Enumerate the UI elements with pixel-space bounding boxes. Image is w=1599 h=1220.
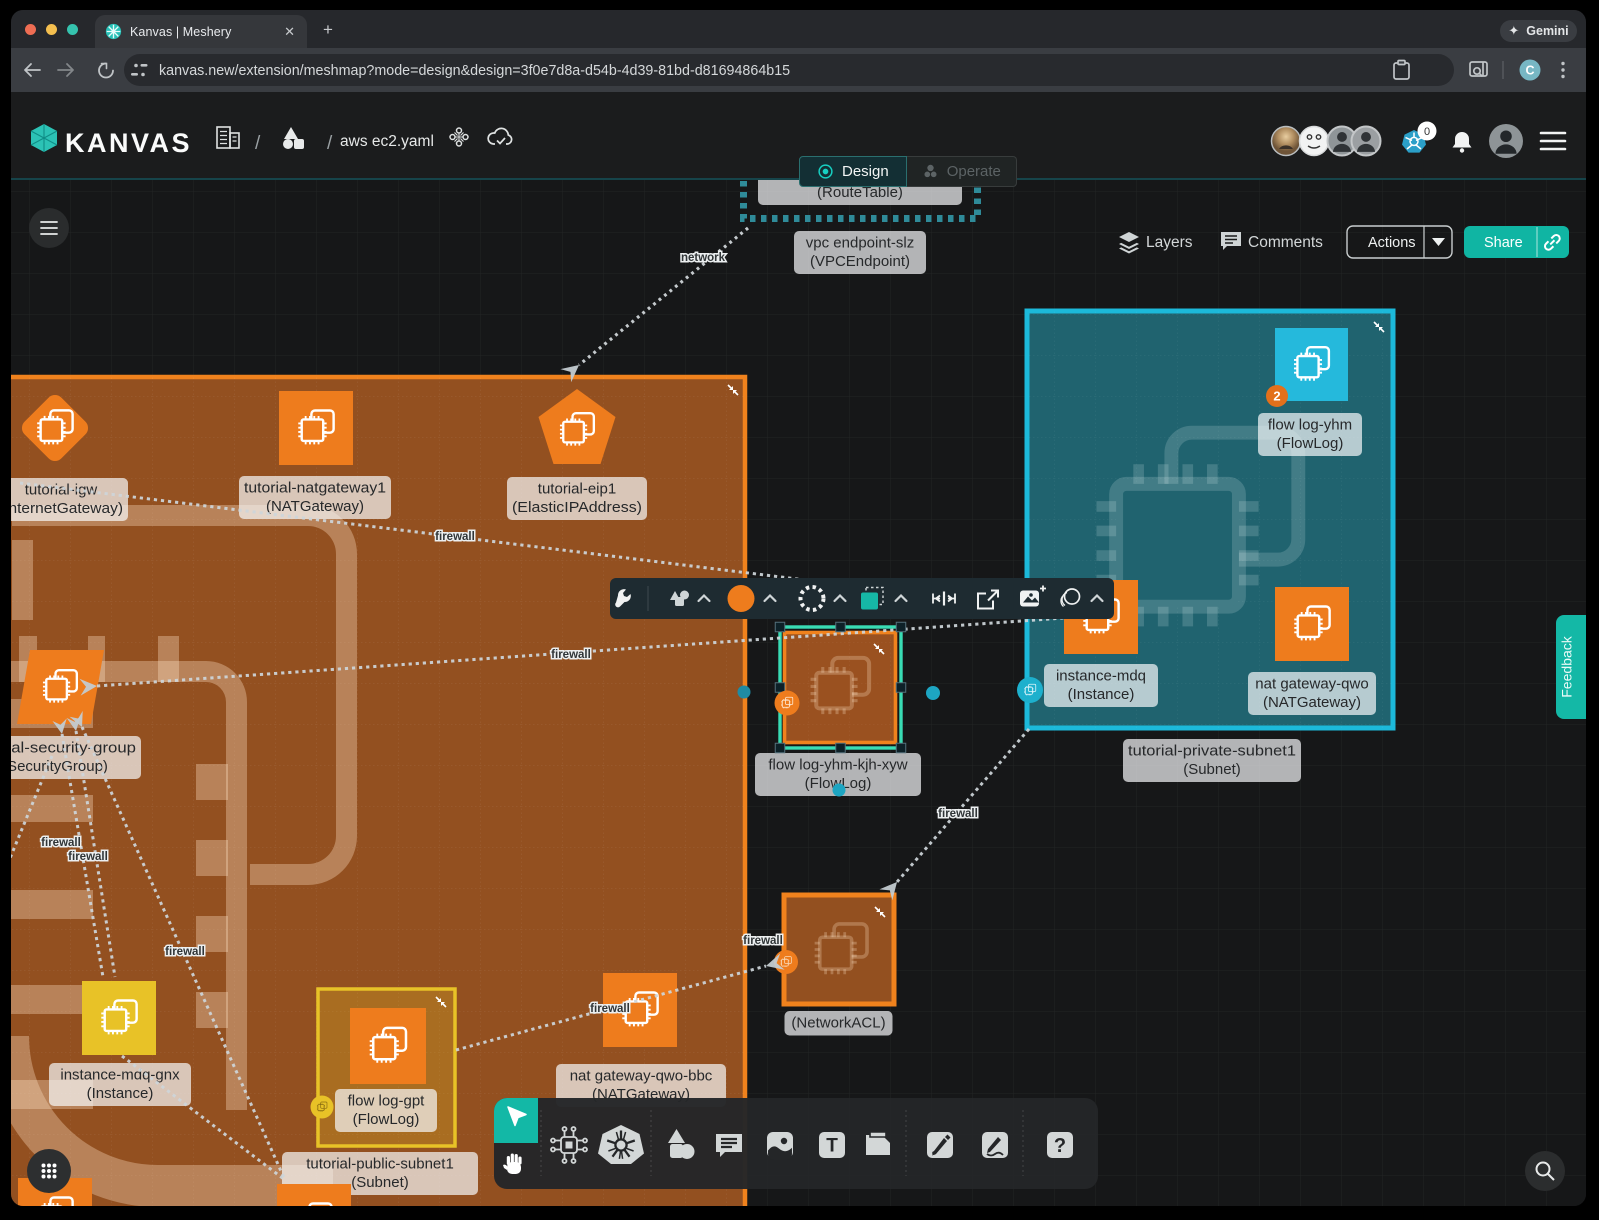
svg-text:(Instance): (Instance) (87, 1085, 154, 1102)
svg-text:tutorial-security-group: tutorial-security-group (11, 739, 136, 756)
svg-text:firewall: firewall (68, 851, 108, 863)
svg-text:2: 2 (1273, 389, 1280, 404)
svg-text:instance-mdq: instance-mdq (1056, 667, 1146, 684)
svg-text:?: ? (1054, 1135, 1066, 1157)
svg-text:/: / (255, 133, 261, 154)
svg-text:C: C (1525, 64, 1534, 78)
svg-text:aws ec2.yaml: aws ec2.yaml (340, 133, 434, 150)
svg-text:Feedback: Feedback (1559, 635, 1575, 697)
svg-text:kanvas.new/extension/meshmap?m: kanvas.new/extension/meshmap?mode=design… (159, 63, 790, 79)
svg-text:flow log-gpt: flow log-gpt (348, 1092, 426, 1109)
svg-text:flow log-yhm-kjh-xyw: flow log-yhm-kjh-xyw (768, 756, 907, 773)
svg-text:Share: Share (1484, 235, 1523, 251)
svg-text:(Subnet): (Subnet) (1183, 761, 1241, 778)
svg-text:T: T (826, 1136, 838, 1157)
svg-text:Layers: Layers (1146, 234, 1193, 251)
svg-text:firewall: firewall (41, 837, 81, 849)
svg-text:(NetworkACL): (NetworkACL) (791, 1014, 885, 1031)
svg-text:(SecurityGroup): (SecurityGroup) (11, 758, 108, 775)
svg-text:(InternetGateway): (InternetGateway) (11, 500, 123, 517)
svg-text:instance-mdq-gnx: instance-mdq-gnx (60, 1066, 180, 1083)
svg-text:Comments: Comments (1248, 234, 1323, 251)
svg-text:(VPCEndpoint): (VPCEndpoint) (810, 253, 910, 270)
svg-text:KANVAS: KANVAS (65, 128, 192, 158)
svg-text:firewall: firewall (165, 946, 205, 958)
svg-text:(FlowLog): (FlowLog) (1277, 435, 1344, 452)
svg-text:(NATGateway): (NATGateway) (266, 498, 364, 515)
svg-text:(Subnet): (Subnet) (351, 1174, 409, 1191)
svg-text:(NATGateway): (NATGateway) (1263, 694, 1361, 711)
svg-text:firewall: firewall (743, 935, 783, 947)
svg-text:0: 0 (1424, 126, 1430, 138)
svg-text:(ElasticIPAddress): (ElasticIPAddress) (512, 499, 642, 516)
svg-text:firewall: firewall (590, 1003, 630, 1015)
svg-text:tutorial-public-subnet1: tutorial-public-subnet1 (306, 1155, 454, 1172)
svg-text:(FlowLog): (FlowLog) (353, 1111, 420, 1128)
svg-text:flow log-yhm: flow log-yhm (1268, 416, 1352, 433)
svg-text:firewall: firewall (938, 808, 978, 820)
svg-text:(Instance): (Instance) (1068, 686, 1135, 703)
svg-text:tutorial-private-subnet1: tutorial-private-subnet1 (1128, 742, 1296, 759)
svg-text:tutorial-natgateway1: tutorial-natgateway1 (244, 479, 386, 496)
svg-text:/: / (327, 133, 333, 154)
svg-text:network: network (681, 252, 726, 264)
svg-text:Actions: Actions (1368, 235, 1416, 251)
svg-text:vpc endpoint-slz: vpc endpoint-slz (806, 234, 914, 251)
svg-text:firewall: firewall (435, 531, 475, 543)
svg-text:firewall: firewall (551, 649, 591, 661)
svg-text:nat gateway-qwo: nat gateway-qwo (1255, 675, 1368, 692)
svg-text:nat gateway-qwo-bbc: nat gateway-qwo-bbc (570, 1067, 713, 1084)
svg-text:tutorial-eip1: tutorial-eip1 (538, 480, 616, 497)
